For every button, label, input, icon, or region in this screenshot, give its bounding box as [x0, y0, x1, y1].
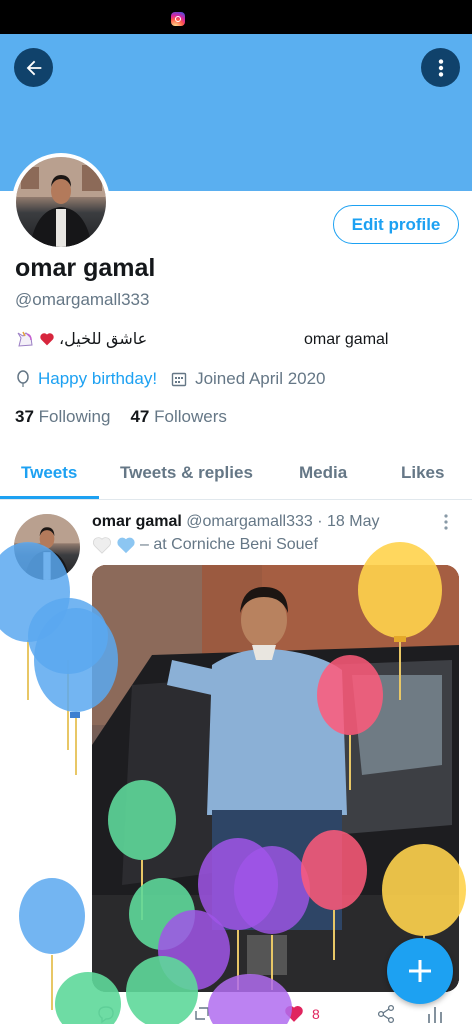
- followers-label: Followers: [154, 407, 227, 426]
- following-count: 37: [15, 407, 34, 426]
- joined-date: Joined April 2020: [195, 369, 326, 388]
- analytics-icon[interactable]: [426, 1004, 444, 1024]
- profile-handle: @omargamall333: [15, 290, 150, 309]
- following-link[interactable]: 37 Following: [15, 407, 110, 426]
- tab-tweets-replies[interactable]: Tweets & replies: [120, 463, 253, 483]
- birthday-link[interactable]: Happy birthday!: [38, 369, 157, 389]
- profile-name: omar gamal: [15, 254, 156, 282]
- tweet-photo[interactable]: [92, 565, 459, 992]
- tweet-actions: 8: [92, 1002, 462, 1024]
- balloon-icon: [17, 370, 29, 387]
- tab-media[interactable]: Media: [299, 463, 347, 483]
- blue-heart-emoji-icon: [117, 537, 135, 554]
- active-tab-indicator: [0, 496, 99, 499]
- more-options-button[interactable]: [421, 48, 460, 87]
- more-vertical-icon: [438, 58, 443, 77]
- tweet-header: omar gamal @omargamall333 · 18 May: [92, 513, 379, 531]
- tab-likes[interactable]: Likes: [401, 463, 444, 483]
- compose-tweet-button[interactable]: [387, 938, 453, 1004]
- share-icon[interactable]: [376, 1004, 396, 1024]
- profile-bio: عاشق للخيل،: [15, 329, 147, 349]
- following-label: Following: [38, 407, 111, 426]
- tweet-author-name[interactable]: omar gamal: [92, 513, 182, 530]
- tweet-location[interactable]: – at Corniche Beni Souef: [140, 536, 318, 554]
- profile-avatar[interactable]: [12, 153, 110, 251]
- instagram-notification-icon: [171, 12, 185, 26]
- tweet-more-icon[interactable]: [443, 514, 449, 530]
- calendar-icon: [171, 372, 187, 387]
- tweet-avatar[interactable]: [14, 514, 80, 580]
- tweet-handle-time: @omargamall333 · 18 May: [186, 513, 380, 530]
- retweet-icon[interactable]: [192, 1004, 212, 1024]
- profile-meta: Happy birthday! Joined April 2020: [15, 369, 326, 389]
- arrow-left-icon: [26, 60, 41, 75]
- status-bar: [0, 0, 472, 34]
- tweet-location-line: – at Corniche Beni Souef: [92, 536, 318, 554]
- heart-emoji-icon: [40, 333, 54, 346]
- reply-icon[interactable]: [96, 1004, 116, 1024]
- unicorn-emoji-icon: [17, 331, 33, 347]
- like-icon[interactable]: [284, 1004, 304, 1023]
- like-count: 8: [312, 1006, 320, 1022]
- balloon-blue: [19, 878, 85, 1010]
- edit-profile-button[interactable]: Edit profile: [333, 205, 459, 244]
- white-heart-emoji-icon: [92, 537, 112, 554]
- followers-link[interactable]: 47 Followers: [130, 407, 226, 426]
- profile-tabs: Tweets Tweets & replies Media Likes: [0, 450, 472, 500]
- back-button[interactable]: [14, 48, 53, 87]
- plus-icon: [409, 960, 431, 982]
- tab-tweets[interactable]: Tweets: [21, 463, 77, 483]
- follow-stats: 37 Following 47 Followers: [15, 407, 227, 427]
- followers-count: 47: [130, 407, 150, 426]
- bio-name-text: omar gamal: [304, 331, 389, 348]
- bio-arabic-text: عاشق للخيل،: [59, 331, 148, 348]
